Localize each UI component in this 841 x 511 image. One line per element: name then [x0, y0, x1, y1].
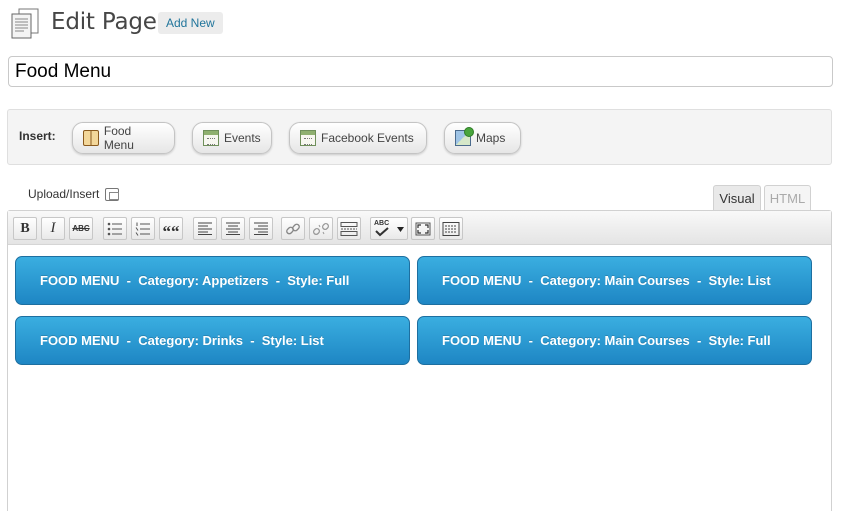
blockquote-button[interactable]: ““ [159, 217, 183, 241]
numbered-list-icon [135, 222, 150, 236]
insert-label: Insert: [19, 129, 56, 143]
spellcheck-label: ABC [374, 219, 390, 227]
more-tag-icon [340, 221, 358, 236]
insert-button-label: Food Menu [103, 124, 134, 152]
align-left-button[interactable] [193, 217, 217, 240]
bold-button[interactable]: B [13, 217, 37, 240]
add-media-icon [105, 187, 120, 201]
align-right-icon [254, 222, 268, 235]
link-icon [286, 223, 300, 234]
page-title: Edit Page [51, 9, 157, 35]
chevron-down-icon [397, 227, 404, 232]
fullscreen-button[interactable] [411, 217, 435, 240]
bullet-list-button[interactable] [103, 217, 127, 240]
insert-button-label: Maps [476, 131, 506, 145]
add-new-button[interactable]: Add New [158, 12, 223, 34]
calendar-icon [300, 130, 316, 146]
strikethrough-button[interactable]: ABC [69, 217, 93, 240]
kitchen-sink-icon [442, 221, 460, 236]
align-center-button[interactable] [221, 217, 245, 240]
bullet-list-icon [107, 222, 122, 235]
page-icon [11, 8, 39, 39]
editor-area[interactable]: B I ABC ““ ABC FOOD MENU - Category: App… [7, 210, 832, 511]
map-icon [455, 127, 474, 146]
insert-button-label: Facebook Events [321, 131, 414, 145]
insert-events-button[interactable]: Events [192, 122, 272, 154]
food-menu-shortcode-block[interactable]: FOOD MENU - Category: Appetizers - Style… [15, 256, 410, 305]
food-menu-shortcode-block[interactable]: FOOD MENU - Category: Main Courses - Sty… [417, 316, 812, 365]
title-field[interactable] [8, 56, 833, 87]
link-button[interactable] [281, 217, 305, 240]
unlink-icon [313, 222, 329, 235]
calendar-icon [203, 130, 219, 146]
insert-bar: Insert: Food Menu Events Facebook Events… [7, 109, 832, 165]
align-right-button[interactable] [249, 217, 273, 240]
fullscreen-icon [415, 222, 431, 235]
insert-facebook-events-button[interactable]: Facebook Events [289, 122, 427, 154]
upload-insert-link[interactable]: Upload/Insert [28, 187, 120, 201]
spellcheck-icon: ABC [374, 220, 392, 238]
kitchen-sink-button[interactable] [439, 217, 463, 240]
insert-food-menu-button[interactable]: Food Menu [72, 122, 175, 154]
align-center-icon [226, 222, 240, 235]
unlink-button[interactable] [309, 217, 333, 240]
book-icon [83, 130, 99, 146]
more-tag-button[interactable] [337, 217, 361, 240]
insert-maps-button[interactable]: Maps [444, 122, 521, 154]
italic-button[interactable]: I [41, 217, 65, 240]
food-menu-shortcode-block[interactable]: FOOD MENU - Category: Main Courses - Sty… [417, 256, 812, 305]
food-menu-shortcode-block[interactable]: FOOD MENU - Category: Drinks - Style: Li… [15, 316, 410, 365]
insert-button-label: Events [224, 131, 261, 145]
align-left-icon [198, 222, 212, 235]
numbered-list-button[interactable] [131, 217, 155, 240]
tab-visual[interactable]: Visual [713, 185, 761, 211]
upload-insert-label: Upload/Insert [28, 187, 100, 201]
tab-html[interactable]: HTML [764, 185, 811, 211]
spellcheck-button[interactable]: ABC [370, 217, 408, 240]
editor-toolbar: B I ABC ““ ABC [8, 211, 831, 245]
